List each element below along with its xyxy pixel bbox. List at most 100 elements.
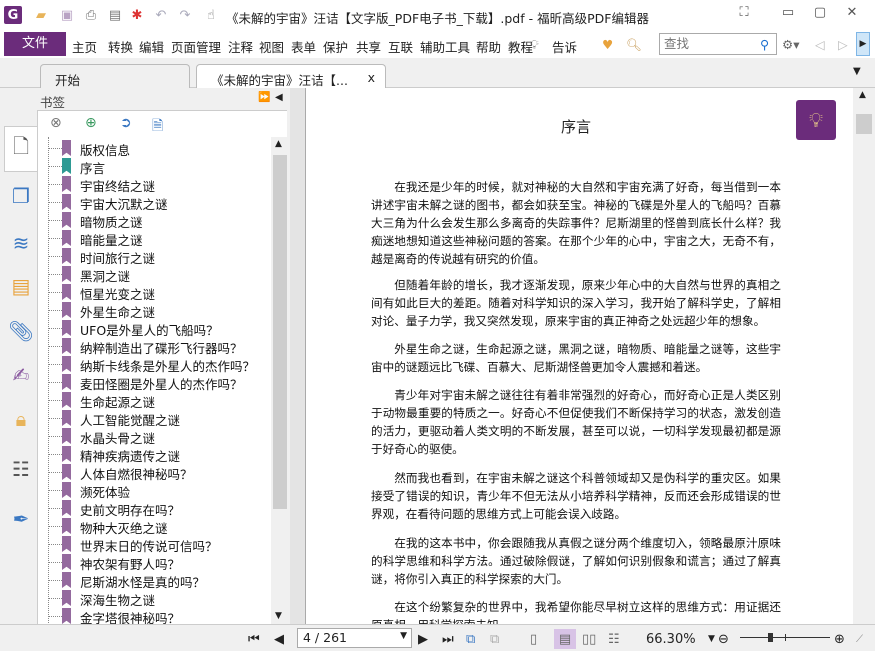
- resize-grip-icon[interactable]: ⟋: [856, 629, 863, 649]
- facing-page-icon[interactable]: ▯▯: [582, 629, 596, 649]
- next-view-icon[interactable]: ⧉: [490, 629, 499, 649]
- bookmark-item[interactable]: 尼斯湖水怪是真的吗？: [38, 571, 270, 590]
- page-number-input[interactable]: 4 / 261 ▼: [297, 628, 412, 648]
- certificate-icon[interactable]: ✒: [6, 504, 36, 534]
- zoom-level[interactable]: 66.30%: [646, 629, 696, 649]
- expand-panel-icon[interactable]: ⏩: [258, 92, 270, 103]
- bookmark-item[interactable]: 神农架有野人吗？: [38, 553, 270, 572]
- close-button[interactable]: ✕: [840, 5, 864, 23]
- pages-icon[interactable]: ❐: [6, 181, 36, 211]
- search-icon[interactable]: ⚲: [760, 37, 769, 52]
- menu-accessibility[interactable]: 辅助工具: [420, 37, 470, 56]
- gear-icon[interactable]: ⚙▾: [782, 37, 799, 52]
- bookmark-item[interactable]: 深海生物之谜: [38, 589, 270, 608]
- bookmark-item[interactable]: 史前文明存在吗？: [38, 499, 270, 518]
- lock-icon[interactable]: 🔒︎: [6, 404, 36, 434]
- bookmark-item[interactable]: 生命起源之谜: [38, 391, 270, 410]
- menu-protect[interactable]: 保护: [323, 37, 348, 56]
- menu-share[interactable]: 共享: [356, 37, 381, 56]
- goto-bookmark-icon[interactable]: ➲: [120, 115, 132, 131]
- document-scrollbar[interactable]: ▲: [853, 88, 875, 624]
- bookmark-item[interactable]: 暗物质之谜: [38, 211, 270, 230]
- tips-button[interactable]: 💡︎: [796, 100, 836, 140]
- bookmark-item[interactable]: 序言: [38, 157, 270, 176]
- bookmark-scrollbar[interactable]: ▲ ▼: [271, 137, 288, 625]
- form-fields-icon[interactable]: ☷: [6, 454, 36, 484]
- fullscreen-icon[interactable]: ⛶: [732, 5, 756, 23]
- bookmark-item[interactable]: 宇宙大沉默之谜: [38, 193, 270, 212]
- bookmark-icon: [62, 140, 71, 156]
- bookmark-item[interactable]: 人体自燃很神秘吗？: [38, 463, 270, 482]
- zoom-in-icon[interactable]: ⊕: [834, 629, 845, 649]
- ribbon-scroll-button[interactable]: ▶: [856, 32, 870, 56]
- tab-close-icon[interactable]: x: [368, 70, 375, 85]
- menu-convert[interactable]: 转换: [108, 37, 133, 56]
- prev-page-icon[interactable]: ◀: [274, 629, 284, 649]
- next-page-icon[interactable]: ▶: [418, 629, 428, 649]
- single-page-icon[interactable]: ▯: [530, 629, 537, 649]
- collapse-panel-icon[interactable]: ◀: [275, 92, 283, 103]
- zoom-out-icon[interactable]: ⊖: [718, 629, 729, 649]
- zoom-slider[interactable]: [740, 633, 830, 642]
- bookmark-item[interactable]: 宇宙终结之谜: [38, 175, 270, 194]
- chevron-down-icon[interactable]: ▼: [400, 631, 407, 641]
- panel-splitter[interactable]: [290, 88, 305, 624]
- bookmark-item[interactable]: UFO是外星人的飞船吗？: [38, 319, 270, 338]
- scrollbar-thumb[interactable]: [273, 155, 287, 509]
- menu-view[interactable]: 视图: [259, 37, 284, 56]
- bookmark-item[interactable]: 纳粹制造出了碟形飞行器吗？: [38, 337, 270, 356]
- scroll-down-icon[interactable]: ▼: [275, 611, 282, 621]
- prev-icon[interactable]: ◁: [815, 37, 825, 52]
- menu-edit[interactable]: 编辑: [139, 37, 164, 56]
- menu-help[interactable]: 帮助: [476, 37, 501, 56]
- signature-icon[interactable]: ✍: [6, 360, 36, 390]
- attachment-icon[interactable]: 📎︎: [6, 316, 36, 346]
- zoom-slider-thumb[interactable]: [767, 633, 773, 642]
- bookmark-item[interactable]: 恒星光变之谜: [38, 283, 270, 302]
- bookmark-item[interactable]: 金字塔很神秘吗？: [38, 607, 270, 625]
- tab-start[interactable]: 开始: [40, 64, 190, 88]
- layers-icon[interactable]: ≋: [6, 228, 36, 258]
- bookmark-options-icon[interactable]: 🗎︎: [152, 115, 163, 139]
- bookmark-item[interactable]: 版权信息: [38, 139, 270, 158]
- menu-comment[interactable]: 注释: [228, 37, 253, 56]
- tell-me[interactable]: 告诉: [552, 37, 577, 56]
- menu-form[interactable]: 表单: [291, 37, 316, 56]
- menu-home[interactable]: 主页: [72, 37, 97, 56]
- continuous-page-icon[interactable]: ▤: [554, 629, 576, 649]
- maximize-button[interactable]: ▢: [808, 5, 832, 23]
- bookmark-item[interactable]: 时间旅行之谜: [38, 247, 270, 266]
- bookmark-item[interactable]: 精神疾病遗传之谜: [38, 445, 270, 464]
- scroll-up-icon[interactable]: ▲: [275, 139, 282, 149]
- bookmark-item[interactable]: 外星生命之谜: [38, 301, 270, 320]
- bookmark-item[interactable]: 黑洞之谜: [38, 265, 270, 284]
- last-page-icon[interactable]: ⏭: [442, 629, 454, 649]
- bookmark-item[interactable]: 濒死体验: [38, 481, 270, 500]
- bookmark-item[interactable]: 暗能量之谜: [38, 229, 270, 248]
- menu-connect[interactable]: 互联: [388, 37, 413, 56]
- heart-icon[interactable]: ♥: [602, 37, 613, 52]
- next-icon[interactable]: ▷: [838, 37, 848, 52]
- bookmark-item[interactable]: 水晶头骨之谜: [38, 427, 270, 446]
- minimize-button[interactable]: ▭: [776, 5, 800, 23]
- scrollbar-thumb[interactable]: [856, 114, 872, 134]
- first-page-icon[interactable]: ⏮: [248, 629, 260, 649]
- add-bookmark-icon[interactable]: ⊕: [85, 115, 97, 131]
- tab-document[interactable]: 《未解的宇宙》汪诘【... x: [196, 64, 386, 88]
- menu-page-manage[interactable]: 页面管理: [171, 37, 221, 56]
- bookmark-item[interactable]: 麦田怪圈是外星人的杰作吗？: [38, 373, 270, 392]
- scroll-up-icon[interactable]: ▲: [859, 90, 866, 100]
- delete-bookmark-icon[interactable]: ⊗: [50, 115, 62, 131]
- tab-list-dropdown-icon[interactable]: ▼: [853, 66, 861, 77]
- bookmark-item[interactable]: 世界末日的传说可信吗？: [38, 535, 270, 554]
- comments-icon[interactable]: ▤: [6, 271, 36, 301]
- bookmark-item[interactable]: 物种大灭绝之谜: [38, 517, 270, 536]
- find-icon[interactable]: 🔍︎: [626, 37, 642, 53]
- continuous-facing-icon[interactable]: ☷: [608, 629, 620, 649]
- bookmark-item[interactable]: 纳斯卡线条是外星人的杰作吗？: [38, 355, 270, 374]
- bookmark-item[interactable]: 人工智能觉醒之谜: [38, 409, 270, 428]
- bookmark-page-icon[interactable]: 🗋︎: [6, 134, 36, 164]
- previous-view-icon[interactable]: ⧉: [466, 629, 475, 649]
- file-menu-button[interactable]: 文件: [4, 32, 66, 56]
- zoom-dropdown-icon[interactable]: ▼: [708, 629, 715, 649]
